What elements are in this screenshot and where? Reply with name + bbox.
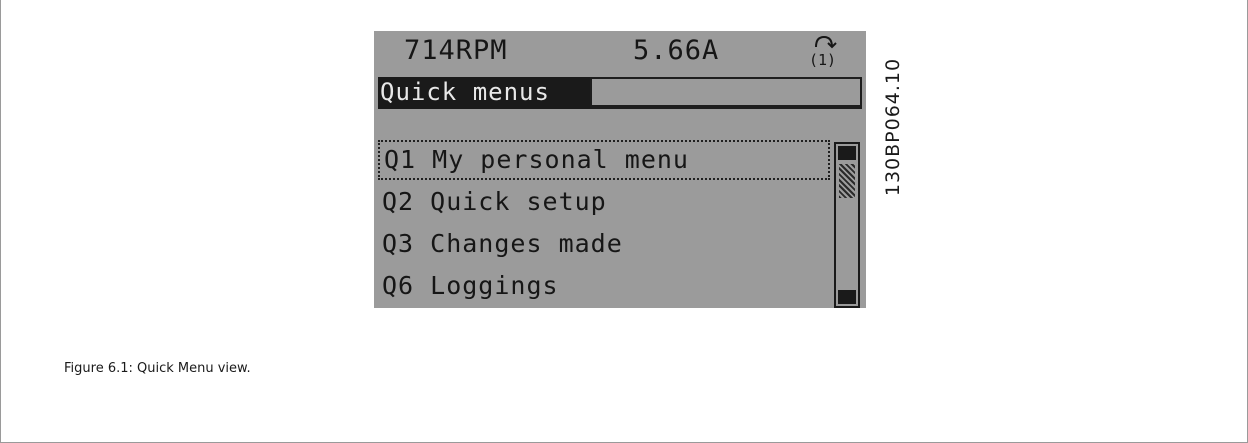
menu-title-bar: Quick menus bbox=[378, 77, 862, 109]
svg-text:(1): (1) bbox=[809, 51, 836, 69]
menu-item-q6[interactable]: Q6 Loggings bbox=[378, 266, 830, 306]
figure-caption: Figure 6.1: Quick Menu view. bbox=[64, 361, 251, 376]
scroll-thumb[interactable] bbox=[839, 164, 855, 198]
menu-title-tab: Quick menus bbox=[378, 77, 590, 109]
menu-item-q3[interactable]: Q3 Changes made bbox=[378, 224, 830, 264]
menu-item-q1[interactable]: Q1 My personal menu bbox=[378, 140, 830, 180]
figure-code-text: 130BP064.10 bbox=[882, 57, 904, 197]
speed-readout: 714RPM bbox=[404, 35, 508, 66]
lcd-display: 714RPM 5.66A (1) Quick menus Q1 My perso… bbox=[374, 31, 866, 308]
hand-on-icon: (1) bbox=[809, 35, 837, 69]
menu-title: Quick menus bbox=[380, 78, 550, 106]
current-readout: 5.66A bbox=[633, 35, 720, 66]
scroll-down-icon[interactable] bbox=[838, 290, 856, 304]
menu-title-rest bbox=[592, 79, 860, 105]
status-row: 714RPM 5.66A (1) bbox=[374, 31, 866, 71]
menu-item-q2[interactable]: Q2 Quick setup bbox=[378, 182, 830, 222]
figure-code: 130BP064.10 bbox=[876, 30, 910, 224]
scrollbar[interactable] bbox=[834, 142, 860, 308]
scroll-up-icon[interactable] bbox=[838, 146, 856, 160]
